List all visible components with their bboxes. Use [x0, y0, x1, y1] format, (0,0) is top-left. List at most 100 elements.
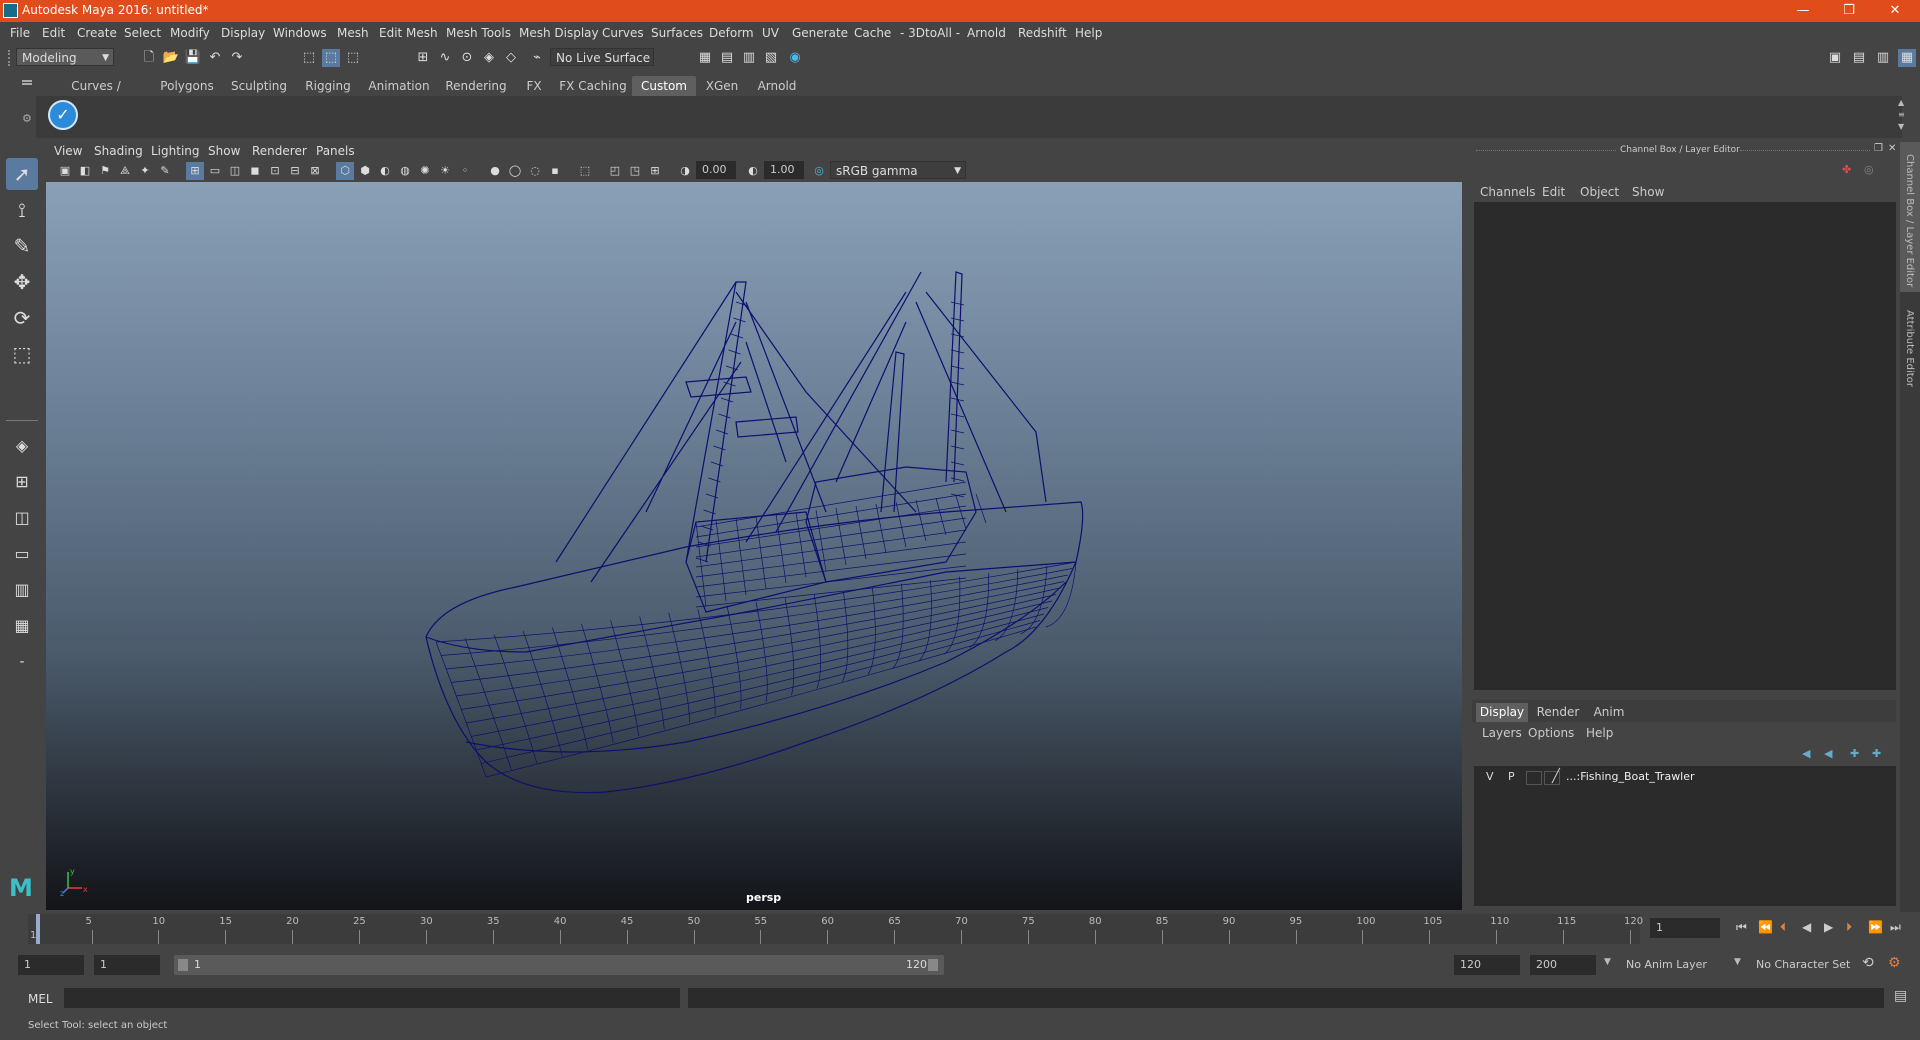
depth-of-field-icon[interactable]: ▪ [546, 162, 564, 180]
menu-edit[interactable]: Edit [42, 26, 65, 40]
menu-uv[interactable]: UV [762, 26, 779, 40]
playback-start-field[interactable]: 1 [94, 955, 160, 975]
new-scene-icon[interactable]: 🗋 [140, 49, 158, 67]
wireframe-on-shaded-icon[interactable]: ◍ [396, 162, 414, 180]
undo-icon[interactable]: ↶ [206, 49, 224, 67]
current-time-indicator[interactable] [36, 914, 40, 944]
tool-settings-icon[interactable]: ▥ [1874, 49, 1892, 67]
use-default-material-icon[interactable]: ◐ [376, 162, 394, 180]
resolution-gate-icon[interactable]: ◫ [226, 162, 244, 180]
grid-toggle-icon[interactable]: ⊞ [186, 162, 204, 180]
minimize-button[interactable]: — [1780, 0, 1826, 22]
menu-edit-mesh[interactable]: Edit Mesh [379, 26, 438, 40]
viewport-menu-show[interactable]: Show [208, 144, 240, 158]
shelf-tab-custom[interactable]: Custom [632, 76, 696, 96]
step-forward-frame-icon[interactable]: ⏩ [1868, 920, 1883, 934]
menu-cache[interactable]: Cache [854, 26, 891, 40]
anim-layer-chevron-icon[interactable]: ▼ [1604, 957, 1611, 967]
shelf-tab-sculpting[interactable]: Sculpting [226, 76, 292, 96]
playback-end-field[interactable]: 120 [1454, 955, 1520, 975]
live-surface-field[interactable]: No Live Surface [550, 48, 654, 66]
shelf-tab-rigging[interactable]: Rigging [300, 76, 356, 96]
save-scene-icon[interactable]: 💾 [184, 49, 202, 67]
channels-menu[interactable]: Channels [1480, 185, 1536, 199]
step-back-frame-icon[interactable]: ⏪ [1758, 920, 1773, 934]
channel-show-menu[interactable]: Show [1632, 185, 1664, 199]
menu-modify[interactable]: Modify [170, 26, 210, 40]
select-by-hierarchy-icon[interactable]: ⬚ [300, 49, 318, 67]
character-set-dropdown[interactable]: No Character Set [1756, 958, 1850, 971]
gamma-field[interactable]: 1.00 [764, 161, 804, 179]
wireframe-icon[interactable]: ⬡ [336, 162, 354, 180]
gamma-icon[interactable]: ◐ [744, 162, 762, 180]
go-to-start-icon[interactable]: ⏮ [1736, 920, 1747, 935]
view-transform-dropdown[interactable]: sRGB gamma ▼ [830, 161, 966, 179]
shelf-tab-fx[interactable]: FX [518, 76, 550, 96]
screen-space-ao-icon[interactable]: ● [486, 162, 504, 180]
shelf-scroll-down-icon[interactable]: ▼ [1898, 122, 1904, 131]
shelf-tab-arnold[interactable]: Arnold [752, 76, 802, 96]
scale-tool-icon[interactable]: ⬚ [6, 338, 38, 370]
menu-set-dropdown[interactable]: Modeling ▼ [16, 48, 114, 66]
shelf-scroll-up-icon[interactable]: ▲ [1898, 98, 1904, 107]
menu-deform[interactable]: Deform [709, 26, 754, 40]
smooth-shade-icon[interactable]: ⬢ [356, 162, 374, 180]
step-forward-key-icon[interactable]: ⏵ [1846, 920, 1852, 935]
camera-attributes-icon[interactable]: ◧ [76, 162, 94, 180]
attribute-editor-icon[interactable]: ▤ [1850, 49, 1868, 67]
snap-point-icon[interactable]: ⊙ [458, 49, 476, 67]
xray-components-icon[interactable]: ⊞ [646, 162, 664, 180]
rotate-tool-icon[interactable]: ⟳ [6, 302, 38, 334]
menu-mesh-display[interactable]: Mesh Display [519, 26, 599, 40]
four-view-layout-icon[interactable]: ⊞ [6, 466, 38, 498]
snap-curve-icon[interactable]: ∿ [436, 49, 454, 67]
grease-pencil-icon[interactable]: ✎ [156, 162, 174, 180]
layer-options-menu[interactable]: Options [1528, 726, 1574, 740]
speed-icon[interactable]: ◎ [1864, 163, 1874, 176]
maximize-button[interactable]: ❐ [1826, 0, 1872, 22]
perspective-viewport[interactable]: x y z persp [46, 182, 1462, 910]
side-tab-attribute-editor[interactable]: Attribute Editor [1904, 310, 1915, 387]
open-scene-icon[interactable]: 📂 [162, 49, 180, 67]
trawler-wireframe-model[interactable] [46, 182, 1462, 910]
channel-object-menu[interactable]: Object [1580, 185, 1619, 199]
anti-aliasing-icon[interactable]: ◌ [526, 162, 544, 180]
shelf-tab-fx-caching[interactable]: FX Caching [558, 76, 628, 96]
select-by-object-icon[interactable]: ⬚ [322, 49, 340, 67]
modeling-toolkit-icon[interactable]: ▣ [1826, 49, 1844, 67]
make-live-icon[interactable]: ⌁ [528, 49, 546, 67]
viewport-menu-panels[interactable]: Panels [316, 144, 355, 158]
viewport-menu-renderer[interactable]: Renderer [252, 144, 307, 158]
close-panel-icon[interactable]: ✕ [1888, 143, 1896, 154]
menu-create[interactable]: Create [77, 26, 117, 40]
shelf-tab-xgen[interactable]: XGen [700, 76, 744, 96]
command-input[interactable] [64, 988, 680, 1008]
menu-windows[interactable]: Windows [273, 26, 327, 40]
menu-arnold[interactable]: Arnold [967, 26, 1006, 40]
gate-mask-icon[interactable]: ◼ [246, 162, 264, 180]
single-perspective-layout-icon[interactable]: ◈ [6, 430, 38, 462]
time-slider-track[interactable]: 1 5 10 15 20 25 30 35 40 45 50 55 60 65 70 75 80 85 90 95 10… [28, 914, 1643, 944]
menu-display[interactable]: Display [221, 26, 265, 40]
move-layer-down-icon[interactable]: ◀ [1824, 747, 1832, 760]
layer-type-toggle[interactable] [1526, 771, 1542, 785]
shelf-gear-icon[interactable]: ⚙ [22, 112, 32, 125]
menu-mesh[interactable]: Mesh [337, 26, 369, 40]
persp-outliner-layout-icon[interactable]: ◫ [6, 502, 38, 534]
anim-preferences-icon[interactable]: ⚙ [1888, 955, 1901, 971]
layer-tab-display[interactable]: Display [1476, 703, 1528, 722]
use-all-lights-icon[interactable]: ☀ [436, 162, 454, 180]
exposure-field[interactable]: 0.00 [696, 161, 736, 179]
select-tool-icon[interactable]: ➚ [6, 158, 38, 190]
custom-layout-icon[interactable]: ‑ [6, 646, 38, 678]
camera-select-icon[interactable]: ▣ [56, 162, 74, 180]
move-layer-up-icon[interactable]: ◀ [1802, 747, 1810, 760]
field-chart-icon[interactable]: ⊡ [266, 162, 284, 180]
layers-menu[interactable]: Layers [1482, 726, 1522, 740]
shelf-tab-polygons[interactable]: Polygons [156, 76, 218, 96]
xray-joints-icon[interactable]: ◳ [626, 162, 644, 180]
menu-surfaces[interactable]: Surfaces [651, 26, 703, 40]
exposure-icon[interactable]: ◑ [676, 162, 694, 180]
isolate-select-icon[interactable]: ⬚ [576, 162, 594, 180]
menu-curves[interactable]: Curves [602, 26, 644, 40]
